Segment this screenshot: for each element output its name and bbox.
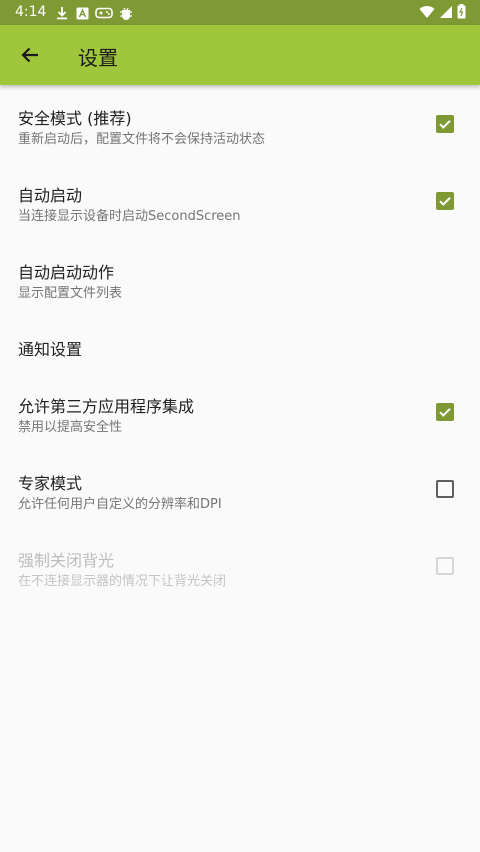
safe-mode-checkbox[interactable] <box>436 115 454 133</box>
checkmark-icon <box>439 120 451 129</box>
setting-title: 通知设置 <box>18 340 83 359</box>
signal-icon <box>439 4 453 23</box>
checkmark-icon <box>439 197 451 206</box>
download-icon <box>55 6 69 20</box>
page-title: 设置 <box>78 46 118 70</box>
setting-title: 允许第三方应用程序集成 <box>18 397 195 416</box>
battery-icon <box>457 3 466 23</box>
setting-subtitle: 在不连接显示器的情况下让背光关闭 <box>18 574 227 589</box>
setting-subtitle: 禁用以提高安全性 <box>18 420 123 435</box>
checkmark-icon <box>439 408 451 417</box>
status-bar: 4:14 <box>0 0 480 25</box>
status-time: 4:14 <box>15 4 47 20</box>
setting-title: 安全模式 (推荐) <box>18 109 132 128</box>
notification-icons <box>55 3 133 23</box>
setting-auto-start-action[interactable]: 自动启动动作 显示配置文件列表 <box>0 239 480 316</box>
wifi-icon <box>419 4 435 23</box>
system-icons <box>419 3 466 23</box>
setting-title: 自动启动 <box>18 186 83 205</box>
auto-start-checkbox[interactable] <box>436 192 454 210</box>
setting-subtitle: 显示配置文件列表 <box>18 286 123 301</box>
setting-subtitle: 当连接显示设备时启动SecondScreen <box>18 209 241 224</box>
app-bar: 设置 <box>0 25 480 85</box>
setting-auto-start[interactable]: 自动启动 当连接显示设备时启动SecondScreen <box>0 162 480 239</box>
setting-title: 强制关闭背光 <box>18 551 115 570</box>
arrow-back-icon[interactable] <box>16 41 44 69</box>
setting-title: 专家模式 <box>18 474 83 493</box>
setting-notification[interactable]: 通知设置 <box>0 316 480 378</box>
backlight-checkbox <box>436 557 454 575</box>
bug-icon <box>119 6 133 20</box>
setting-subtitle: 允许任何用户自定义的分辨率和DPI <box>18 497 222 512</box>
setting-expert-mode[interactable]: 专家模式 允许任何用户自定义的分辨率和DPI <box>0 455 480 532</box>
setting-title: 自动启动动作 <box>18 263 115 282</box>
expert-mode-checkbox[interactable] <box>436 480 454 498</box>
third-party-checkbox[interactable] <box>436 403 454 421</box>
setting-third-party-integration[interactable]: 允许第三方应用程序集成 禁用以提高安全性 <box>0 378 480 455</box>
a-box-icon <box>75 6 89 20</box>
setting-safe-mode[interactable]: 安全模式 (推荐) 重新启动后，配置文件将不会保持活动状态 <box>0 85 480 162</box>
game-controller-icon <box>95 6 113 20</box>
setting-subtitle: 重新启动后，配置文件将不会保持活动状态 <box>18 132 266 147</box>
setting-force-backlight-off: 强制关闭背光 在不连接显示器的情况下让背光关闭 <box>0 532 480 609</box>
